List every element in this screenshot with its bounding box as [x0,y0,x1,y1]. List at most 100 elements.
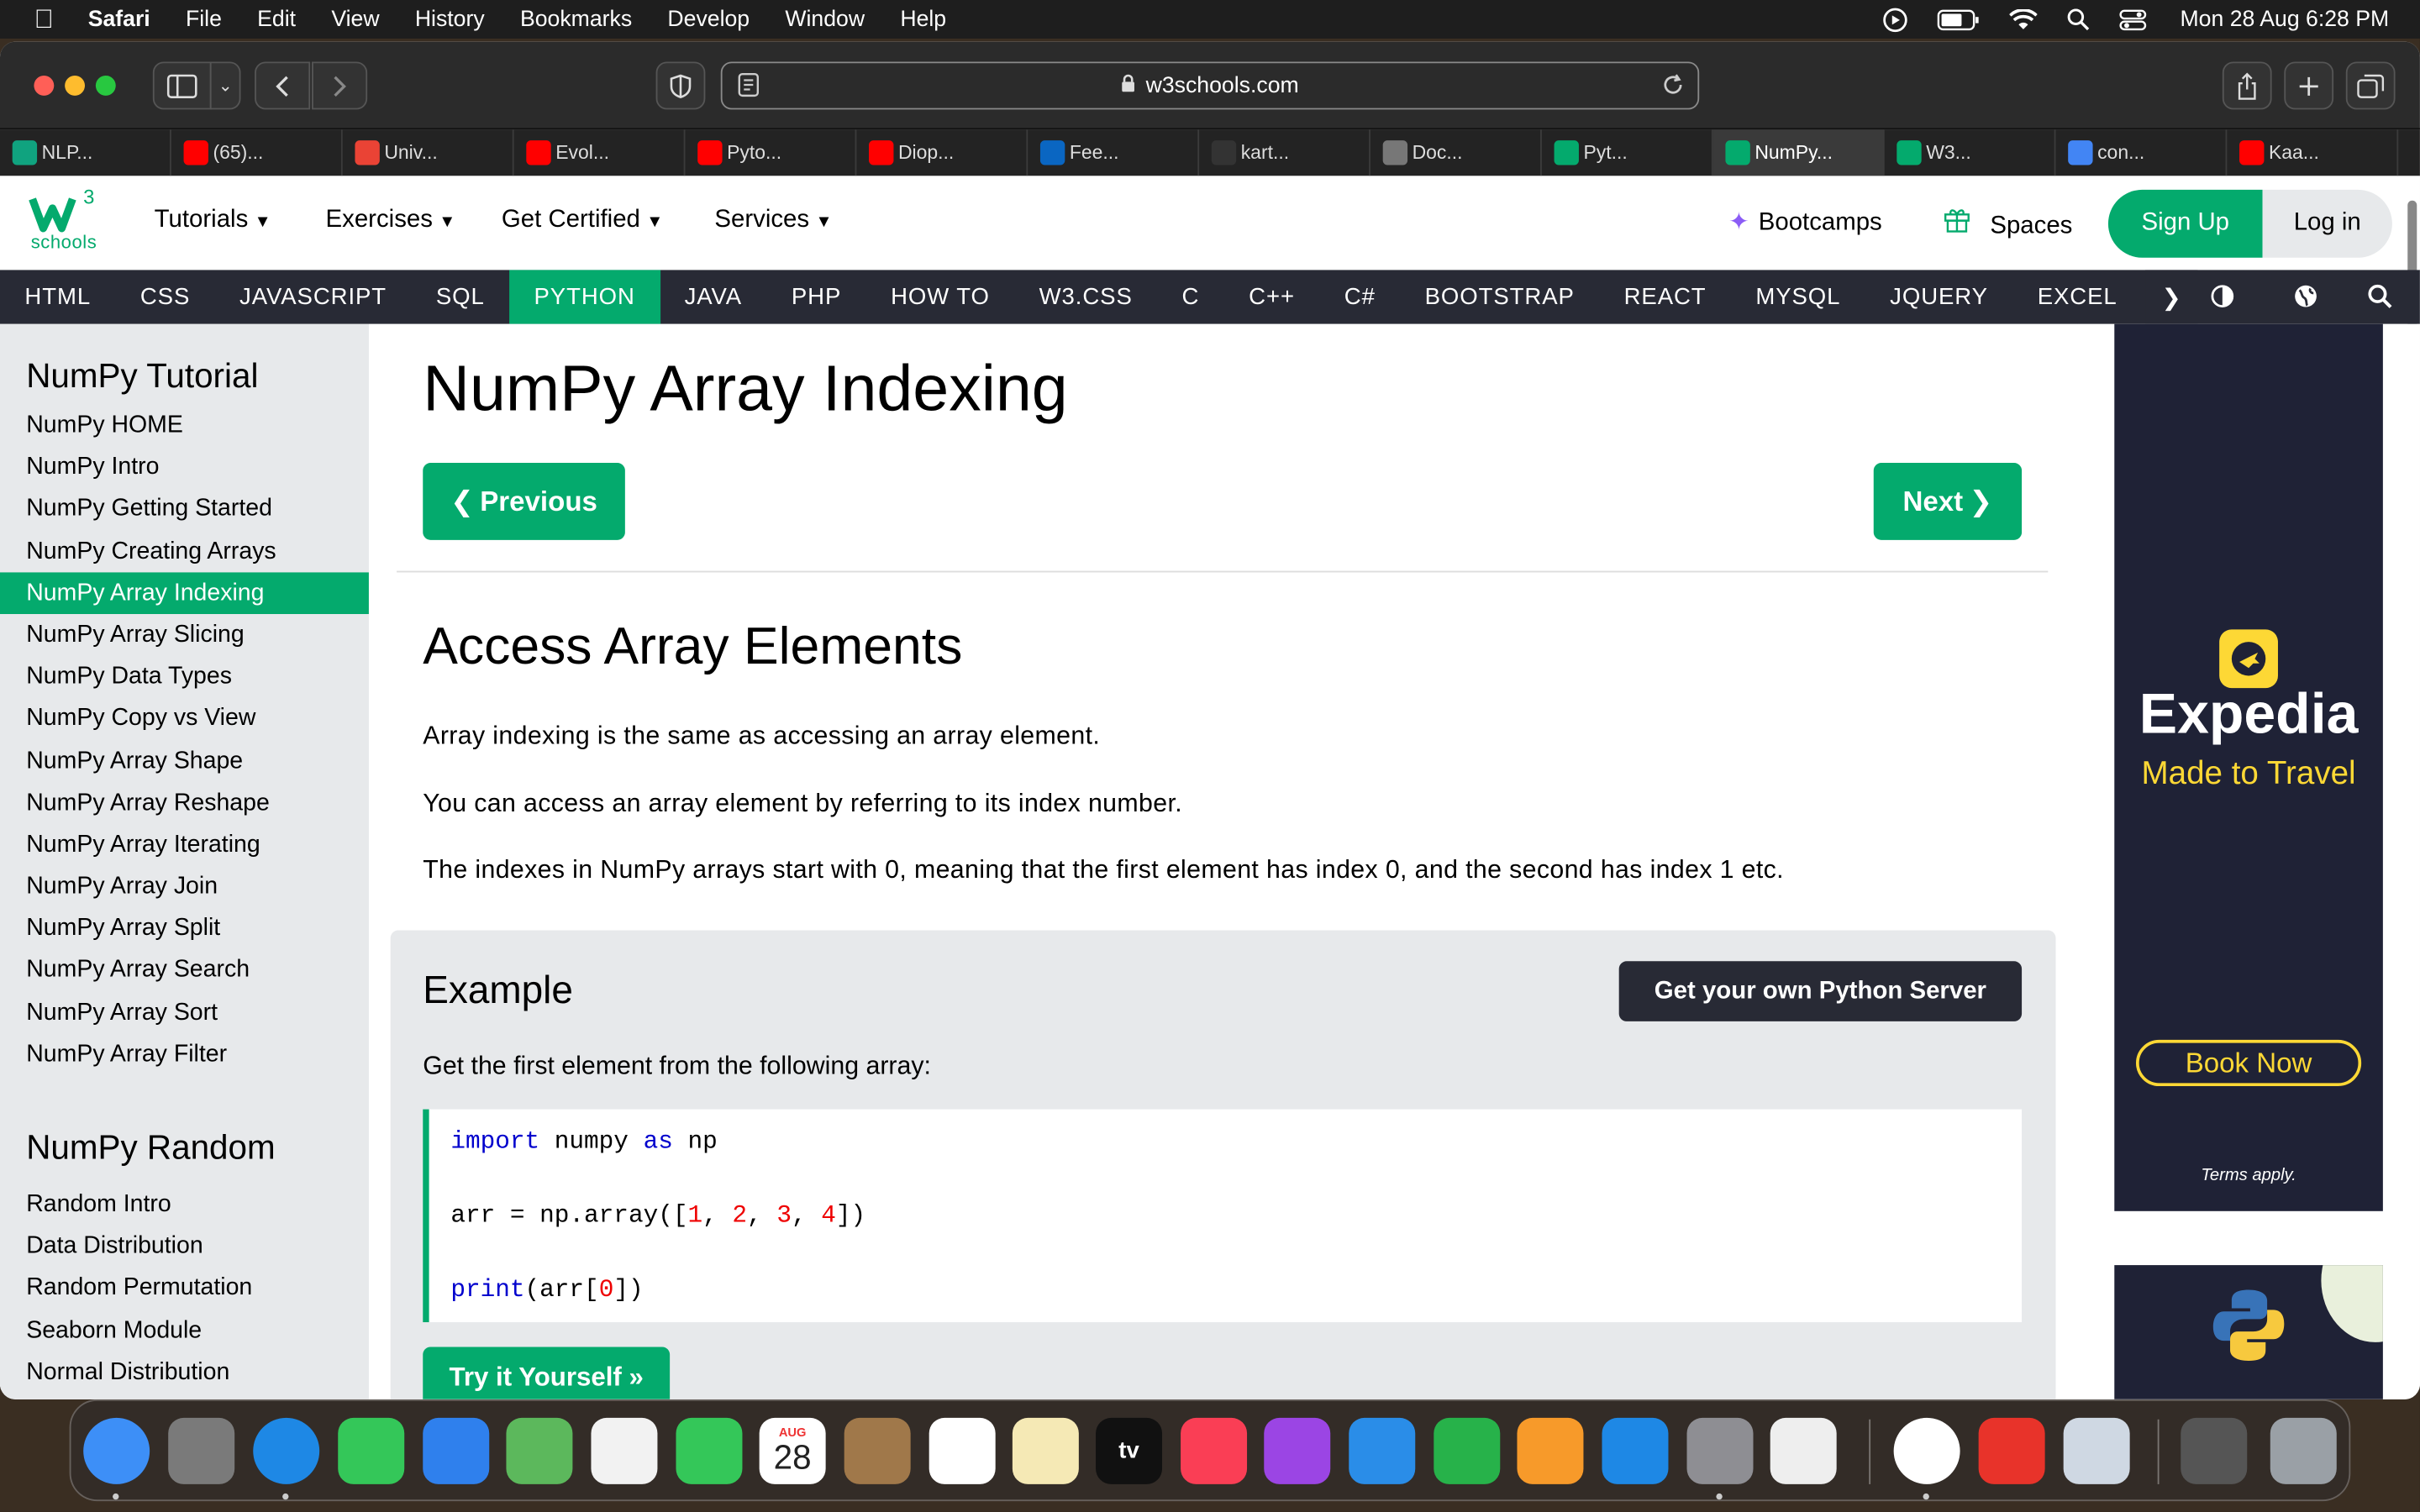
music-icon[interactable] [1181,1417,1248,1484]
sidebar-link[interactable]: NumPy Array Slicing [0,614,369,656]
forward-button[interactable] [312,61,368,110]
sidebar-link[interactable]: Normal Distribution [0,1351,369,1393]
previous-button[interactable]: ❮ Previous [423,463,625,540]
browser-tab[interactable]: Univ... [343,129,514,176]
contacts-icon[interactable] [844,1417,911,1484]
menu-file[interactable]: File [186,7,222,31]
numbers-icon[interactable] [1434,1417,1501,1484]
topic-nav-w3-css[interactable]: W3.CSS [1014,270,1157,323]
menu-edit[interactable]: Edit [257,7,296,31]
sidebar-link[interactable]: NumPy HOME [0,404,369,446]
control-center-icon[interactable] [2118,8,2146,30]
system-settings-icon[interactable] [1686,1417,1754,1484]
sidebar-link[interactable]: NumPy Array Iterating [0,824,369,866]
reload-icon[interactable] [1660,72,1685,103]
privacy-report-button[interactable] [655,61,706,110]
subnav-more-icon[interactable]: ❯ [2145,270,2198,324]
menu-history[interactable]: History [415,7,485,31]
ad-book-now-button[interactable]: Book Now [2135,1039,2362,1087]
trash-icon[interactable] [2270,1417,2337,1484]
topic-nav-html[interactable]: HTML [0,270,115,323]
globe-icon[interactable] [2291,281,2322,312]
wps-office-icon[interactable] [1978,1417,2045,1484]
nav-bootcamps[interactable]: ✦ Bootcamps [1728,207,1882,238]
back-button[interactable] [255,61,311,110]
share-button[interactable] [2222,61,2272,110]
topic-nav-c-[interactable]: C# [1319,270,1400,323]
nav-spaces[interactable]: Spaces [1943,207,2072,240]
preview-icon[interactable] [1770,1417,1837,1484]
browser-tab[interactable]: NumPy... [1712,129,1885,176]
code-block[interactable]: import numpy as np arr = np.array([1, 2, … [423,1109,2023,1323]
browser-tab[interactable]: Kaa... [2227,129,2399,176]
topic-nav-mysql[interactable]: MYSQL [1731,270,1865,323]
image-capture-icon[interactable] [2063,1417,2130,1484]
sidebar-link[interactable]: NumPy Getting Started [0,488,369,530]
topic-nav-css[interactable]: CSS [115,270,214,323]
browser-tab[interactable]: Doc... [1370,129,1542,176]
expedia-ad[interactable]: Expedia Made to Travel Book Now Terms ap… [2114,323,2383,1211]
topic-nav-c[interactable]: C [1157,270,1224,323]
get-python-server-button[interactable]: Get your own Python Server [1618,961,2023,1021]
browser-tab[interactable]: kart... [1199,129,1370,176]
sidebar-link[interactable]: Random Intro [0,1184,369,1226]
sidebar-link[interactable]: NumPy Array Sort [0,991,369,1033]
sidebar-link[interactable]: Data Distribution [0,1226,369,1268]
try-it-yourself-button[interactable]: Try it Yourself » [423,1347,671,1399]
sidebar-link[interactable]: NumPy Data Types [0,656,369,698]
topic-nav-javascript[interactable]: JAVASCRIPT [215,270,412,323]
messages-icon[interactable] [338,1417,405,1484]
next-button[interactable]: Next ❯ [1873,463,2023,540]
menu-help[interactable]: Help [900,7,946,31]
tab-overview-button[interactable] [2345,61,2396,110]
battery-icon[interactable] [1936,8,1979,30]
browser-tab[interactable]: Pyt... [1542,129,1713,176]
sidebar-link[interactable]: NumPy Creating Arrays [0,530,369,572]
minimize-window-button[interactable] [65,75,86,96]
sidebar-link[interactable]: NumPy Array Filter [0,1033,369,1075]
browser-tab[interactable]: con... [2055,129,2228,176]
browser-tab[interactable]: Fee... [1028,129,1200,176]
browser-tab[interactable]: Diop... [856,129,1028,176]
sidebar-toggle-button[interactable] [152,61,212,110]
sidebar-link[interactable]: NumPy Array Search [0,949,369,991]
new-tab-button[interactable] [2284,61,2334,110]
site-search-icon[interactable] [2365,281,2396,312]
python-ad[interactable] [2114,1265,2383,1399]
topic-nav-how-to[interactable]: HOW TO [866,270,1015,323]
sidebar-link[interactable]: Seaborn Module [0,1310,369,1352]
maps-icon[interactable] [506,1417,573,1484]
sidebar-link[interactable]: NumPy Array Reshape [0,782,369,824]
menu-develop[interactable]: Develop [667,7,750,31]
menu-bookmarks[interactable]: Bookmarks [520,7,632,31]
browser-tab[interactable]: W3... [1885,129,2056,176]
topic-nav-python[interactable]: PYTHON [509,270,660,324]
address-bar[interactable]: w3schools.com [720,61,1700,110]
finder-icon[interactable] [83,1417,150,1484]
topic-nav-sql[interactable]: SQL [411,270,509,323]
launchpad-icon[interactable] [168,1417,235,1484]
user-folder-icon[interactable] [2181,1417,2248,1484]
reminders-icon[interactable] [929,1417,996,1484]
chrome-icon[interactable] [1893,1417,1960,1484]
menu-window[interactable]: Window [785,7,865,31]
spotlight-search-icon[interactable] [2066,8,2090,31]
nav-exercises[interactable]: Exercises ▼ [326,207,456,234]
photos-icon[interactable] [591,1417,658,1484]
log-in-button[interactable]: Log in [2262,189,2392,258]
app-store-icon[interactable] [1602,1417,1669,1484]
keynote-icon[interactable] [1349,1417,1416,1484]
now-playing-icon[interactable] [1882,7,1907,32]
topic-nav-bootstrap[interactable]: BOOTSTRAP [1400,270,1599,323]
browser-tab[interactable]: Evol... [514,129,686,176]
sidebar-link[interactable]: NumPy Copy vs View [0,698,369,740]
sidebar-menu-button[interactable]: ⌄ [209,61,241,110]
browser-tab[interactable]: (65)... [171,129,343,176]
topic-nav-excel[interactable]: EXCEL [2012,270,2142,323]
calendar-icon[interactable]: AUG 28 [759,1417,826,1484]
menu-app-safari[interactable]: Safari [88,7,150,31]
sidebar-link[interactable]: Random Permutation [0,1268,369,1310]
sidebar-link[interactable]: NumPy Array Indexing [0,571,369,614]
menu-view[interactable]: View [331,7,379,31]
topic-nav-c-[interactable]: C++ [1224,270,1320,323]
